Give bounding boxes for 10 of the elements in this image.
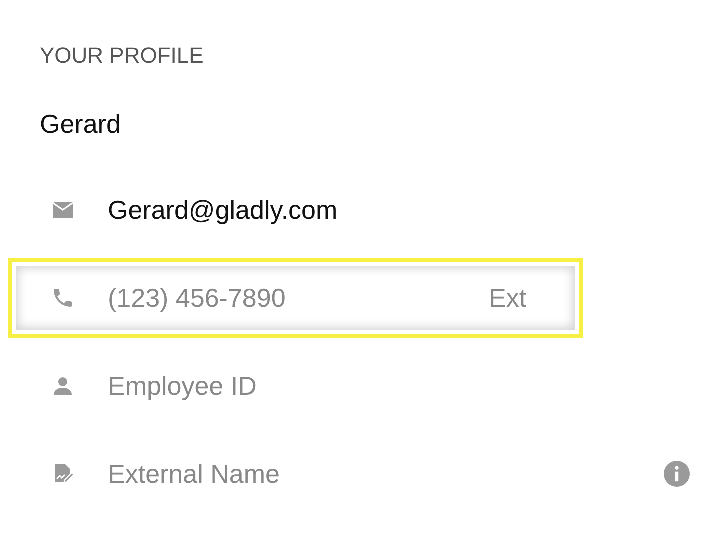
input-field[interactable]: External Name xyxy=(108,458,664,490)
input-field[interactable]: Employee ID xyxy=(108,370,708,402)
profile-name: Gerard xyxy=(40,108,122,140)
input-field[interactable]: (123) 456-7890 xyxy=(108,282,489,314)
highlighted-field[interactable]: (123) 456-7890 Ext xyxy=(8,258,583,338)
input-field[interactable]: Gerard@gladly.com xyxy=(108,194,708,226)
section-title: YOUR PROFILE xyxy=(40,42,205,70)
info-icon[interactable] xyxy=(664,461,690,487)
phone-icon xyxy=(51,286,75,310)
extension-field[interactable]: Ext xyxy=(489,282,539,314)
